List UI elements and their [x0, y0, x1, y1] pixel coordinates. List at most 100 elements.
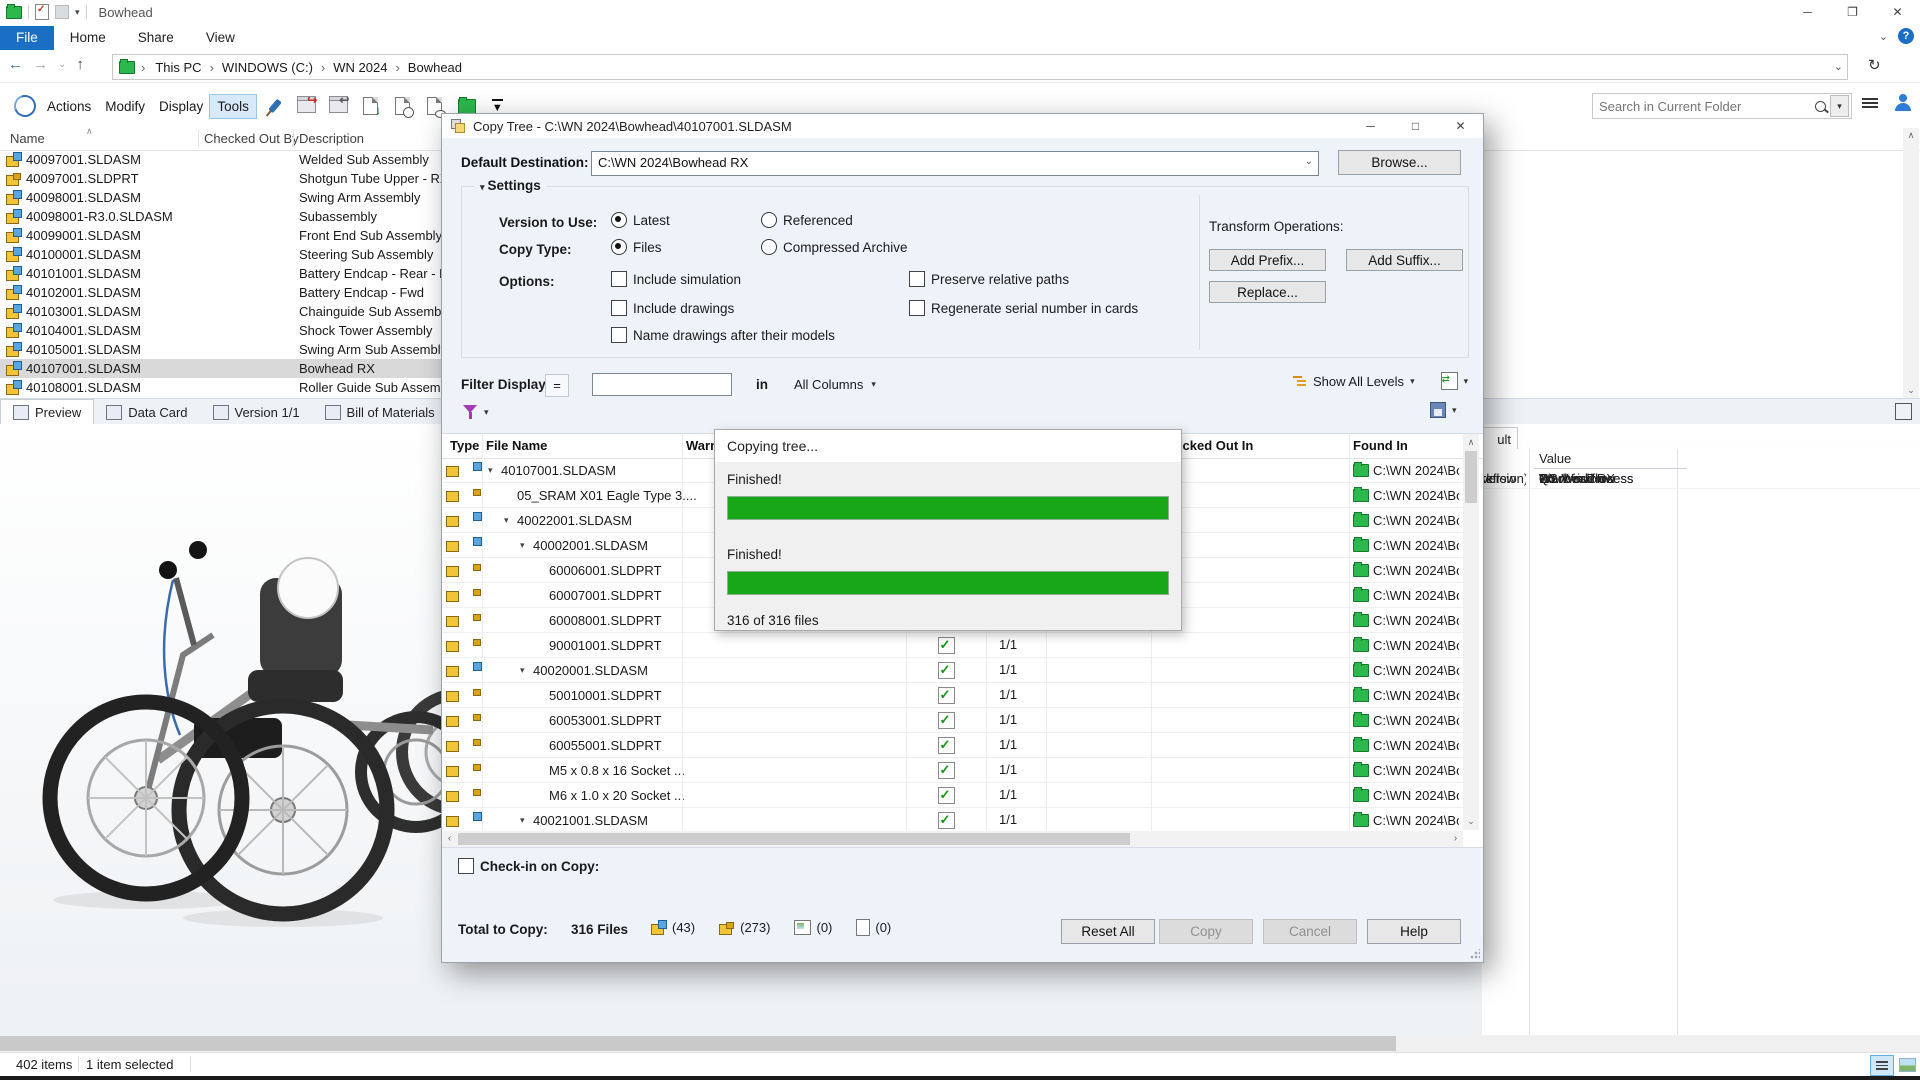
tree-row[interactable]: 60055001.SLDPRT 1/1 C:\WN 2024\Bow — [442, 733, 1463, 758]
transform-button[interactable]: Add Suffix... — [1346, 249, 1463, 271]
checked-icon[interactable] — [938, 762, 955, 779]
checked-document-icon[interactable] — [35, 4, 49, 20]
option-checkbox[interactable]: Name drawings after their models — [611, 327, 835, 343]
details-view-icon[interactable] — [1870, 1055, 1894, 1076]
copy-type-radio-option[interactable]: Files — [611, 239, 662, 255]
transform-button[interactable]: Replace... — [1209, 281, 1326, 303]
dialog-minimize-button[interactable]: ─ — [1348, 114, 1393, 138]
checked-icon[interactable] — [938, 737, 955, 754]
combobox-caret-icon[interactable]: ⌄ — [1305, 156, 1313, 167]
data-card-row[interactable]: - — [1482, 469, 1920, 489]
radio-icon[interactable] — [761, 212, 777, 228]
scroll-right-icon[interactable]: › — [1448, 831, 1463, 847]
qat-tool-icon[interactable] — [55, 5, 69, 19]
tree-row[interactable]: 50010001.SLDPRT 1/1 C:\WN 2024\Bow — [442, 683, 1463, 708]
copy-checkbox-cell[interactable] — [906, 658, 986, 682]
scrollbar-thumb[interactable] — [1465, 451, 1477, 503]
destination-combobox[interactable]: C:\WN 2024\Bowhead RX ⌄ — [591, 151, 1319, 176]
tree-col-file-name[interactable]: File Name — [486, 438, 547, 453]
column-header-description[interactable]: Description — [299, 131, 364, 146]
get-version-icon[interactable] — [390, 94, 416, 118]
expand-caret-icon[interactable]: ▾ — [504, 515, 517, 526]
copy-checkbox-cell[interactable] — [906, 733, 986, 757]
dialog-close-button[interactable]: ✕ — [1438, 114, 1483, 138]
breadcrumb-item[interactable]: WINDOWS (C:) — [218, 60, 329, 75]
option-checkbox[interactable]: Regenerate serial number in cards — [909, 300, 1138, 316]
ribbon-tab[interactable]: File — [0, 26, 54, 50]
checked-icon[interactable] — [938, 687, 955, 704]
checkbox-icon[interactable] — [909, 271, 925, 287]
scroll-up-icon[interactable]: ∧ — [1463, 435, 1479, 450]
tree-row[interactable]: ▾ 40020001.SLDASM 1/1 C:\WN 2024\Bow — [442, 658, 1463, 683]
radio-icon[interactable] — [611, 239, 627, 255]
check-in-on-copy-option[interactable]: Check-in on Copy: — [458, 858, 599, 874]
address-dropdown-icon[interactable]: ⌄ — [1834, 60, 1843, 73]
ribbon-tab[interactable]: Home — [54, 26, 122, 50]
check-out-icon[interactable]: ↪ — [294, 94, 320, 118]
address-breadcrumb-bar[interactable]: › This PC WINDOWS (C:) WN 2024 Bowhead ⌄ — [112, 54, 1848, 80]
expand-caret-icon[interactable]: ▾ — [520, 815, 533, 826]
filter-funnel-icon[interactable] — [463, 404, 479, 420]
copy-checkbox-cell[interactable] — [906, 708, 986, 732]
filter-operator-dropdown[interactable]: = — [545, 374, 569, 397]
scroll-down-icon[interactable]: ⌄ — [1463, 814, 1479, 829]
checkbox-icon[interactable] — [909, 300, 925, 316]
close-button[interactable]: ✕ — [1875, 0, 1920, 24]
search-dropdown-icon[interactable]: ▾ — [1830, 95, 1849, 117]
expand-caret-icon[interactable]: ▾ — [520, 665, 533, 676]
column-resize-handle[interactable] — [198, 130, 199, 148]
tree-horizontal-scrollbar[interactable]: ‹ › — [442, 831, 1463, 847]
tree-row[interactable]: M6 x 1.0 x 20 Socket ... 1/1 C:\WN 2024\… — [442, 783, 1463, 808]
tree-row[interactable]: 90001001.SLDPRT 1/1 C:\WN 2024\Bow — [442, 633, 1463, 658]
filter-columns-dropdown[interactable]: All Columns ▾ — [794, 377, 876, 392]
expand-preview-icon[interactable] — [1895, 403, 1912, 420]
checkbox-icon[interactable] — [611, 271, 627, 287]
search-results-list-icon[interactable] — [1862, 96, 1884, 114]
tree-col-type[interactable]: Type — [450, 438, 479, 453]
radio-icon[interactable] — [611, 212, 627, 228]
radio-icon[interactable] — [761, 239, 777, 255]
restore-button[interactable]: ❐ — [1830, 0, 1875, 24]
preview-3d-model[interactable] — [8, 430, 488, 1030]
chevron-down-icon[interactable]: ▾ — [1452, 405, 1457, 416]
option-checkbox[interactable]: Include simulation — [611, 271, 741, 287]
tree-vertical-scrollbar[interactable]: ∧ ⌄ — [1463, 434, 1479, 830]
pdm-menu-item[interactable]: Display — [152, 95, 210, 118]
preview-tab[interactable]: Bill of Materials — [313, 400, 448, 425]
dialog-button[interactable]: Help — [1367, 919, 1461, 944]
check-in-icon[interactable]: ↩ — [326, 94, 352, 118]
pdm-menu-item[interactable]: Modify — [98, 95, 152, 118]
show-all-levels-dropdown[interactable]: Show All Levels — [1313, 374, 1404, 389]
settings-group-label[interactable]: ▾Settings — [474, 178, 547, 193]
option-checkbox[interactable]: Include drawings — [611, 300, 734, 316]
expand-caret-icon[interactable]: ▾ — [520, 540, 533, 551]
browse-button[interactable]: Browse... — [1338, 150, 1461, 175]
refresh-icon[interactable]: ↻ — [1868, 56, 1881, 74]
copy-checkbox-cell[interactable] — [906, 633, 986, 657]
checkbox-icon[interactable] — [611, 300, 627, 316]
option-checkbox[interactable]: Preserve relative paths — [909, 271, 1069, 287]
checkbox-icon[interactable] — [458, 858, 474, 874]
copy-type-radio-option[interactable]: Compressed Archive — [761, 239, 908, 255]
scroll-left-icon[interactable]: ‹ — [442, 831, 457, 847]
checked-icon[interactable] — [938, 812, 955, 829]
scroll-down-icon[interactable]: ⌄ — [1903, 383, 1919, 398]
chevron-down-icon[interactable]: ▾ — [1464, 376, 1469, 387]
get-latest-icon[interactable]: ↓ — [358, 94, 384, 118]
dialog-button[interactable]: Copy — [1159, 919, 1253, 944]
ribbon-tab[interactable]: Share — [122, 26, 190, 50]
version-radio-option[interactable]: Referenced — [761, 212, 853, 228]
version-radio-option[interactable]: Latest — [611, 212, 670, 228]
pdm-menu-item[interactable]: Actions — [40, 95, 98, 118]
scroll-up-icon[interactable]: ∧ — [1903, 128, 1919, 143]
minimize-button[interactable]: ─ — [1785, 0, 1830, 24]
pdm-menu-item[interactable]: Tools — [210, 95, 256, 118]
checkbox-icon[interactable] — [611, 327, 627, 343]
column-header-checked-out-by[interactable]: Checked Out By — [204, 131, 299, 146]
scrollbar-thumb[interactable] — [458, 833, 1130, 845]
back-button[interactable]: ← — [8, 56, 23, 73]
tree-col-found-in[interactable]: Found In — [1353, 438, 1408, 453]
file-list-scrollbar[interactable]: ∧ ⌄ — [1903, 128, 1919, 398]
qat-customize-caret-icon[interactable]: ▾ — [75, 7, 80, 18]
filter-input[interactable] — [592, 373, 732, 396]
